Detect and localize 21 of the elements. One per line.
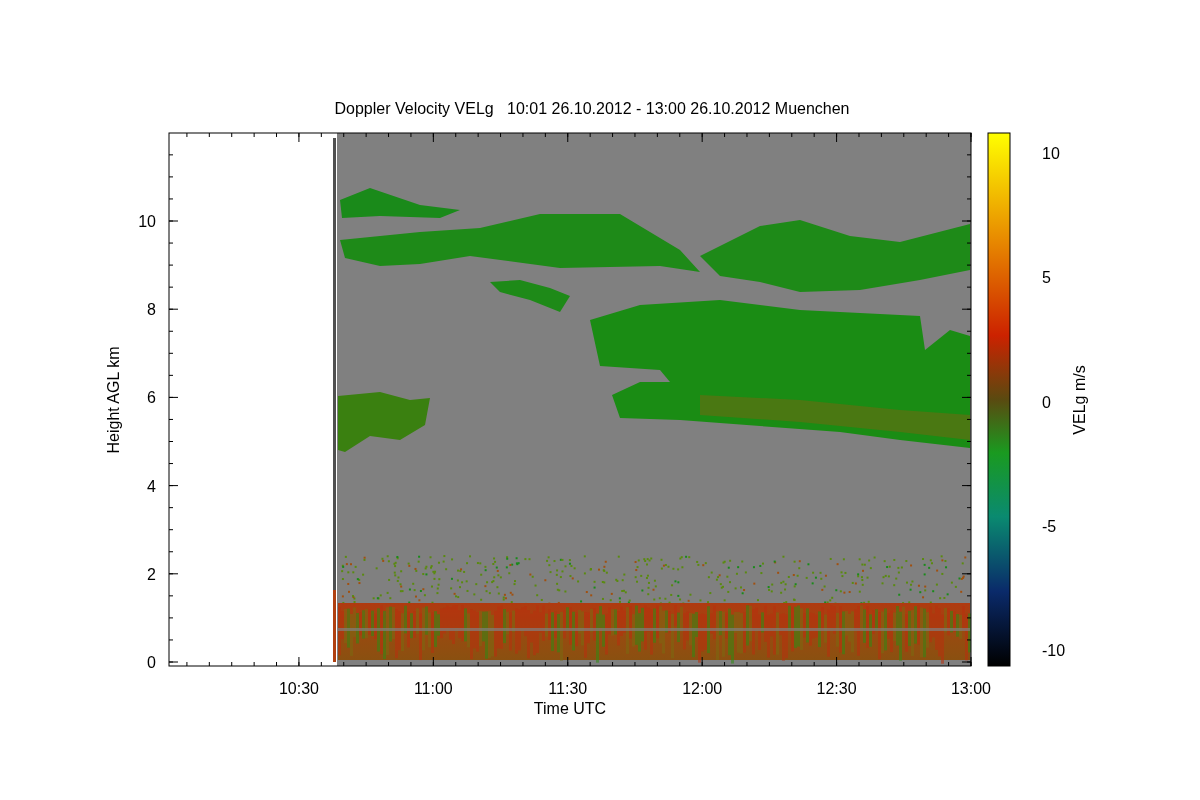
x-axis-label: Time UTC [533, 700, 607, 717]
colorbar-tick-label: -5 [1042, 517, 1057, 535]
colorbar-tick-label: 0 [1042, 393, 1051, 411]
y-tick-label: 2 [147, 565, 156, 583]
x-tick-label: 13:00 [951, 680, 991, 697]
colorbar-tick-label: 5 [1042, 269, 1051, 287]
y-tick-label: 10 [138, 213, 156, 230]
colorbar-label: VELg m/s [1071, 365, 1088, 435]
y-axis-label: Height AGL km [105, 346, 122, 454]
colorbar-tick-label: -10 [1042, 642, 1066, 660]
x-tick-label: 10:30 [278, 680, 319, 697]
x-tick-label: 12:30 [816, 680, 857, 697]
y-tick-label: 0 [147, 654, 156, 671]
x-tick-label: 12:00 [682, 680, 723, 697]
y-tick-label: 6 [147, 389, 156, 407]
x-tick-label: 11:30 [548, 680, 588, 697]
x-tick-label: 11:00 [413, 680, 453, 697]
chart-title: Doppler Velocity VELg 10:01 26.10.2012 - 13:00 26.10.2012 Muenchen [334, 100, 850, 117]
y-tick-label: 8 [147, 301, 156, 319]
colorbar-tick-label: 10 [1042, 145, 1060, 162]
y-tick-label: 4 [147, 477, 156, 495]
